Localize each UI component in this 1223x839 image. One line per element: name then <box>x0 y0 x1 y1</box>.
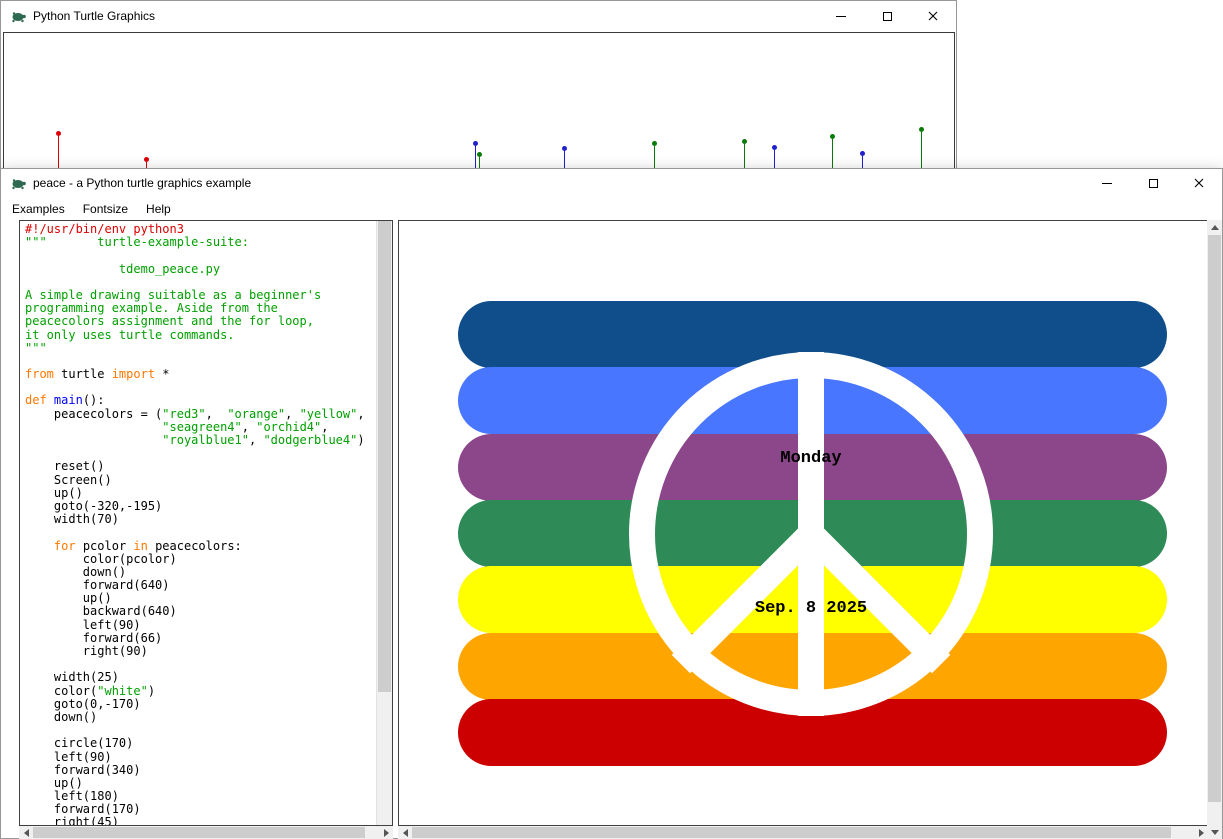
menu-examples[interactable]: Examples <box>3 199 74 219</box>
arrow-left-icon <box>403 829 408 837</box>
back-window-titlebar[interactable]: Python Turtle Graphics <box>1 1 956 31</box>
menu-help[interactable]: Help <box>137 199 180 219</box>
turtle-icon <box>10 175 26 191</box>
code-scroll-left-button[interactable] <box>19 826 33 839</box>
maximize-icon <box>1149 179 1158 188</box>
canvas-scroll-up-button[interactable] <box>1207 220 1222 234</box>
date-label: Sep. 8 2025 <box>629 599 993 618</box>
menu-bar: Examples Fontsize Help <box>1 197 1222 220</box>
code-editor[interactable]: #!/usr/bin/env python3""" turtle-example… <box>20 221 376 825</box>
code-pane: #!/usr/bin/env python3""" turtle-example… <box>19 220 393 826</box>
front-window-titlebar[interactable]: peace - a Python turtle graphics example <box>1 169 1222 197</box>
canvas-horizontal-scrollbar[interactable] <box>398 826 1208 839</box>
front-maximize-button[interactable] <box>1130 169 1176 197</box>
desktop: Python Turtle Graphics <box>0 0 1223 839</box>
minimize-icon <box>1102 183 1112 184</box>
arrow-right-icon <box>1199 829 1204 837</box>
tree-sapling <box>919 127 926 174</box>
back-window-controls <box>818 1 956 31</box>
tree-sapling <box>56 131 63 171</box>
code-hscroll-thumb[interactable] <box>33 827 365 838</box>
canvas-vertical-scrollbar[interactable] <box>1207 220 1222 839</box>
code-vscroll-thumb[interactable] <box>378 221 391 692</box>
canvas-vscroll-track[interactable] <box>1207 234 1222 825</box>
close-icon <box>928 11 938 21</box>
back-minimize-button[interactable] <box>818 1 864 31</box>
canvas-hscroll-thumb[interactable] <box>412 827 1171 838</box>
close-icon <box>1194 178 1204 188</box>
front-close-button[interactable] <box>1176 169 1222 197</box>
menu-fontsize[interactable]: Fontsize <box>74 199 137 219</box>
front-minimize-button[interactable] <box>1084 169 1130 197</box>
canvas-scroll-left-button[interactable] <box>398 826 412 839</box>
back-close-button[interactable] <box>910 1 956 31</box>
code-scroll-right-button[interactable] <box>379 826 393 839</box>
turtle-icon <box>10 8 26 24</box>
turtle-canvas[interactable]: Monday Sep. 8 2025 <box>398 220 1208 826</box>
canvas-vscroll-thumb[interactable] <box>1208 235 1221 802</box>
arrow-up-icon <box>1211 225 1219 230</box>
canvas-hscroll-track[interactable] <box>412 826 1194 839</box>
arrow-left-icon <box>24 829 29 837</box>
day-label: Monday <box>629 449 993 468</box>
back-window-title: Python Turtle Graphics <box>33 9 155 23</box>
arrow-right-icon <box>384 829 389 837</box>
back-maximize-button[interactable] <box>864 1 910 31</box>
front-window-controls <box>1084 169 1222 197</box>
canvas-scroll-right-button[interactable] <box>1194 826 1208 839</box>
canvas-scroll-down-button[interactable] <box>1207 825 1222 839</box>
maximize-icon <box>883 12 892 21</box>
code-hscroll-track[interactable] <box>33 826 379 839</box>
code-horizontal-scrollbar[interactable] <box>19 826 393 839</box>
arrow-down-icon <box>1211 830 1219 835</box>
peace-demo-window: peace - a Python turtle graphics example… <box>0 168 1223 839</box>
code-vscroll-track[interactable] <box>377 221 392 825</box>
minimize-icon <box>836 16 846 17</box>
front-window-title: peace - a Python turtle graphics example <box>33 176 251 190</box>
code-vertical-scrollbar[interactable] <box>376 221 392 825</box>
